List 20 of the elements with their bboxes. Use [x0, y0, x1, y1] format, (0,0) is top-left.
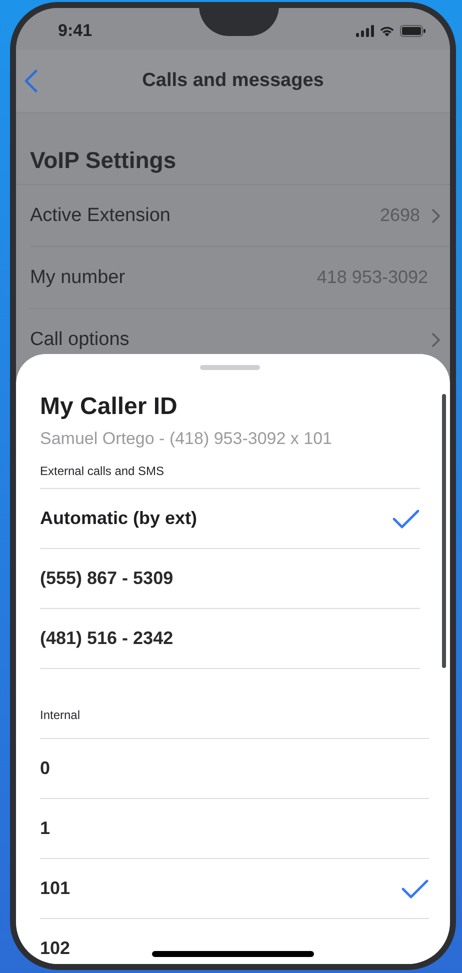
option-row[interactable]: 0	[40, 739, 429, 799]
group-label: Internal	[40, 693, 429, 739]
chevron-icon	[432, 332, 440, 346]
section-title: VoIP Settings	[16, 113, 450, 185]
chevron-icon	[432, 208, 440, 222]
sheet-handle[interactable]	[200, 365, 260, 370]
group-label: External calls and SMS	[40, 449, 420, 489]
status-time: 9:41	[58, 20, 92, 41]
sheet-subtitle: Samuel Ortego - (418) 953-3092 x 101	[40, 429, 334, 449]
sheet-title: My Caller ID	[40, 393, 178, 421]
option-row[interactable]: (555) 867 - 5309	[40, 549, 420, 609]
option-row[interactable]: Automatic (by ext)	[40, 489, 420, 549]
option-row[interactable]: (481) 516 - 2342	[40, 609, 420, 669]
option-row[interactable]: 101	[40, 859, 429, 919]
nav-title: Calls and messages	[142, 70, 324, 92]
option-row[interactable]: 1	[40, 799, 429, 859]
battery-icon	[400, 25, 426, 37]
back-icon[interactable]	[24, 69, 38, 93]
wifi-icon	[379, 25, 395, 37]
signal-icon	[356, 25, 374, 37]
